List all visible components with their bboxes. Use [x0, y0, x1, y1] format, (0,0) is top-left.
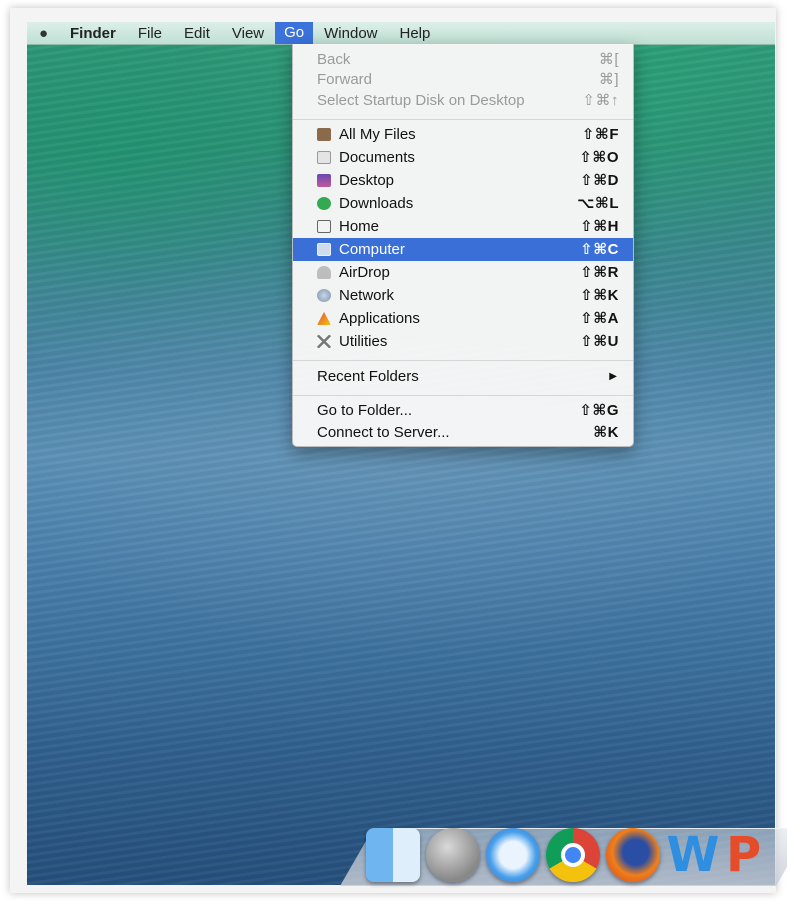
- menu-item-label: Forward: [317, 71, 373, 88]
- menu-file[interactable]: File: [127, 25, 173, 42]
- finder-icon[interactable]: [366, 828, 420, 882]
- menu-item-label: Network: [339, 287, 395, 304]
- launchpad-icon[interactable]: [426, 828, 480, 882]
- menu-go[interactable]: Go: [275, 22, 314, 44]
- airdrop-icon: [317, 266, 331, 279]
- menu-item-documents[interactable]: Documents ⇧⌘O: [293, 146, 633, 169]
- menu-item-label: Connect to Server...: [317, 424, 450, 441]
- menu-item-utilities[interactable]: Utilities ⇧⌘U: [293, 330, 633, 353]
- menu-item-desktop[interactable]: Desktop ⇧⌘D: [293, 169, 633, 192]
- menu-item-downloads[interactable]: Downloads ⌥⌘L: [293, 192, 633, 215]
- menu-item-go-to-folder[interactable]: Go to Folder... ⇧⌘G: [293, 399, 633, 422]
- menu-item-computer[interactable]: Computer ⇧⌘C: [293, 238, 633, 261]
- menu-view[interactable]: View: [221, 25, 275, 42]
- menu-item-shortcut: ⇧⌘K: [580, 287, 619, 304]
- menu-finder[interactable]: Finder: [59, 25, 127, 42]
- powerpoint-icon[interactable]: P: [726, 828, 761, 882]
- go-menu-dropdown: Back ⌘[ Forward ⌘] Select Startup Disk o…: [292, 44, 634, 447]
- all-my-files-icon: [317, 128, 331, 141]
- word-icon[interactable]: W: [666, 828, 720, 882]
- submenu-arrow-icon: ▶: [609, 371, 617, 382]
- computer-icon: [317, 243, 331, 256]
- menu-item-label: Documents: [339, 149, 415, 166]
- menu-item-label: Applications: [339, 310, 420, 327]
- safari-icon[interactable]: [486, 828, 540, 882]
- menu-item-connect-to-server[interactable]: Connect to Server... ⌘K: [293, 421, 633, 444]
- home-icon: [317, 220, 331, 233]
- menu-item-label: Computer: [339, 241, 405, 258]
- menu-item-all-my-files[interactable]: All My Files ⇧⌘F: [293, 123, 633, 146]
- menu-help[interactable]: Help: [389, 25, 442, 42]
- menu-item-label: Utilities: [339, 333, 388, 350]
- menu-separator: [293, 119, 633, 120]
- menu-item-recent-folders[interactable]: Recent Folders ▶: [293, 365, 633, 388]
- menu-item-shortcut: ⇧⌘U: [580, 333, 619, 350]
- firefox-icon[interactable]: [606, 828, 660, 882]
- menu-item-label: Go to Folder...: [317, 402, 413, 419]
- menu-item-shortcut: ⇧⌘A: [580, 310, 619, 327]
- apple-icon[interactable]: ●: [39, 25, 59, 42]
- menu-item-label: AirDrop: [339, 264, 390, 281]
- applications-icon: [317, 312, 331, 325]
- menu-item-label: Desktop: [339, 172, 395, 189]
- menu-item-shortcut: ⇧⌘↑: [582, 92, 619, 109]
- desktop-icon: [317, 174, 331, 187]
- menu-item-shortcut: ⇧⌘G: [579, 402, 619, 419]
- menu-item-applications[interactable]: Applications ⇧⌘A: [293, 307, 633, 330]
- menu-item-label: Recent Folders: [317, 368, 419, 385]
- menu-item-label: Select Startup Disk on Desktop: [317, 92, 525, 109]
- menu-item-shortcut: ⇧⌘H: [580, 218, 619, 235]
- menu-item-label: Home: [339, 218, 380, 235]
- menu-separator: [293, 360, 633, 361]
- menu-item-shortcut: ⌘K: [593, 424, 619, 441]
- menu-item-home[interactable]: Home ⇧⌘H: [293, 215, 633, 238]
- menu-item-shortcut: ⌘]: [598, 71, 619, 88]
- menu-window[interactable]: Window: [313, 25, 388, 42]
- menu-bar: ● Finder File Edit View Go Window Help: [27, 22, 775, 45]
- menu-item-shortcut: ⌥⌘L: [577, 195, 619, 212]
- menu-item-shortcut: ⇧⌘C: [580, 241, 619, 258]
- dock: W P: [366, 828, 761, 884]
- downloads-icon: [317, 197, 331, 210]
- menu-item-label: Downloads: [339, 195, 414, 212]
- network-icon: [317, 289, 331, 302]
- utilities-icon: [317, 335, 331, 348]
- menu-item-shortcut: ⇧⌘R: [580, 264, 619, 281]
- menu-item-shortcut: ⇧⌘F: [581, 126, 619, 143]
- menu-item-shortcut: ⇧⌘O: [579, 149, 619, 166]
- chrome-icon[interactable]: [546, 828, 600, 882]
- menu-separator: [293, 395, 633, 396]
- menu-item-forward[interactable]: Forward ⌘]: [293, 68, 633, 91]
- menu-item-network[interactable]: Network ⇧⌘K: [293, 284, 633, 307]
- menu-item-label: All My Files: [339, 126, 416, 143]
- menu-item-airdrop[interactable]: AirDrop ⇧⌘R: [293, 261, 633, 284]
- documents-icon: [317, 151, 331, 164]
- menu-item-select-startup-disk[interactable]: Select Startup Disk on Desktop ⇧⌘↑: [293, 89, 633, 112]
- menu-item-shortcut: ⇧⌘D: [580, 172, 619, 189]
- menu-edit[interactable]: Edit: [173, 25, 221, 42]
